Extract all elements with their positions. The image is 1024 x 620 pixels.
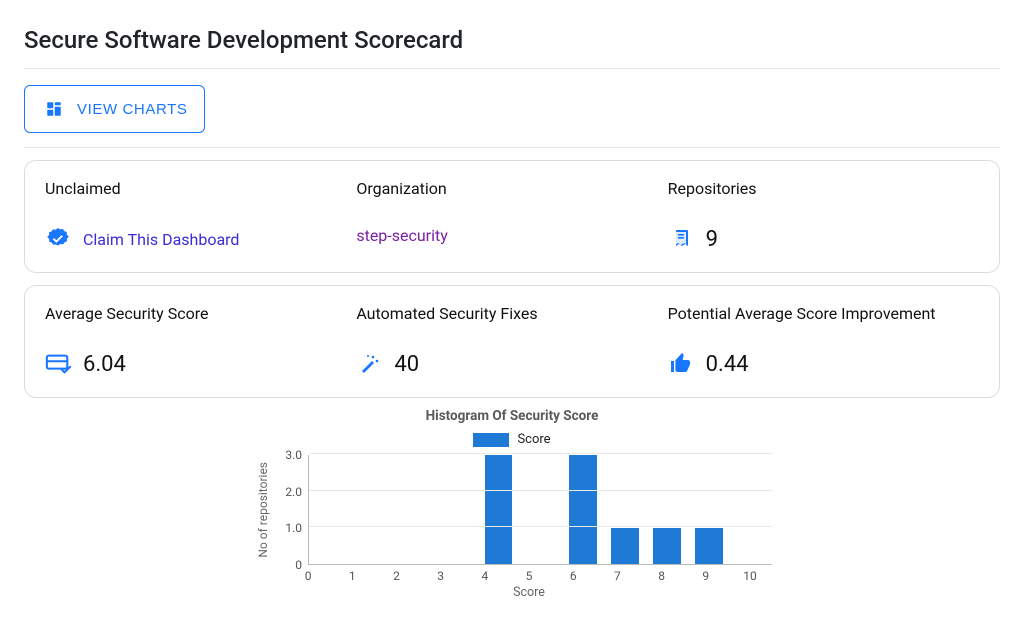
chart-x-tick: 8 — [640, 565, 684, 583]
chart-bar — [653, 528, 681, 564]
chart-bar-slot — [562, 455, 604, 564]
chart-y-tick: 2.0 — [285, 485, 302, 499]
card-label-organization: Organization — [356, 179, 667, 198]
chart-y-axis: 01.02.03.0 — [274, 455, 308, 565]
thumbs-up-icon — [668, 351, 694, 377]
chart-bar-slot — [351, 455, 393, 564]
chart-x-tick: 3 — [419, 565, 463, 583]
chart-bar-slot — [604, 455, 646, 564]
claim-dashboard-link[interactable]: Claim This Dashboard — [83, 230, 239, 249]
spacer — [252, 583, 286, 600]
chart-x-axis-label: Score — [286, 585, 772, 600]
card-organization: Organization step-security — [356, 179, 667, 252]
summary-card-claim-org-repos: Unclaimed Claim This Dashboard Organizat… — [24, 160, 1000, 273]
chart-gridline — [309, 453, 772, 454]
chart-bar-slot — [688, 455, 730, 564]
chart-gridline — [309, 490, 772, 491]
chart-x-tick: 9 — [684, 565, 728, 583]
chart-bar-slot — [477, 455, 519, 564]
card-unclaimed: Unclaimed Claim This Dashboard — [45, 179, 356, 252]
chart-x-tick: 5 — [507, 565, 551, 583]
chart-x-tick: 0 — [286, 565, 330, 583]
dashboard-icon — [41, 96, 67, 122]
card-auto-fixes: Automated Security Fixes 40 — [356, 304, 667, 377]
verified-badge-icon — [45, 226, 71, 252]
avg-score-value: 6.04 — [83, 352, 126, 377]
view-charts-label: VIEW CHARTS — [77, 101, 188, 118]
chart-x-tick: 4 — [463, 565, 507, 583]
chart-bar — [695, 528, 723, 564]
chart-bar-slot — [435, 455, 477, 564]
page-title: Secure Software Development Scorecard — [24, 26, 1000, 54]
card-potential-improvement: Potential Average Score Improvement 0.44 — [668, 304, 979, 377]
chart-x-tick: 10 — [728, 565, 772, 583]
view-charts-button[interactable]: VIEW CHARTS — [24, 85, 205, 133]
chart-bar-slot — [646, 455, 688, 564]
chart-x-tick: 6 — [551, 565, 595, 583]
auto-fixes-value: 40 — [394, 352, 419, 377]
chart-y-tick: 1.0 — [285, 521, 302, 535]
chart-y-tick: 0 — [295, 558, 302, 572]
magic-wand-icon — [356, 351, 382, 377]
card-label-unclaimed: Unclaimed — [45, 179, 356, 198]
chart-bar-slot — [393, 455, 435, 564]
repository-icon — [668, 226, 694, 252]
histogram-chart: Histogram Of Security Score Score No of … — [252, 408, 772, 600]
chart-bar — [569, 455, 597, 564]
legend-swatch — [473, 433, 509, 447]
summary-card-scores: Average Security Score 6.04 Automated Se… — [24, 285, 1000, 398]
chart-bar-slot — [519, 455, 561, 564]
chart-bar — [611, 528, 639, 564]
organization-link[interactable]: step-security — [356, 226, 447, 245]
card-label-repositories: Repositories — [668, 179, 979, 198]
chart-y-axis-label: No of repositories — [252, 462, 274, 558]
card-label-auto-fixes: Automated Security Fixes — [356, 304, 667, 323]
chart-plot-area — [308, 455, 772, 565]
chart-y-tick: 3.0 — [285, 448, 302, 462]
chart-x-axis: 012345678910 — [286, 565, 772, 583]
divider — [24, 147, 1000, 148]
card-label-avg-score: Average Security Score — [45, 304, 356, 323]
chart-bar-slot — [730, 455, 772, 564]
chart-x-tick: 7 — [595, 565, 639, 583]
card-check-icon — [45, 351, 71, 377]
card-repositories: Repositories 9 — [668, 179, 979, 252]
repositories-value: 9 — [706, 227, 718, 252]
chart-x-tick: 1 — [330, 565, 374, 583]
chart-x-tick: 2 — [374, 565, 418, 583]
chart-gridline — [309, 526, 772, 527]
card-label-potential-improvement: Potential Average Score Improvement — [668, 304, 979, 323]
chart-bar — [485, 455, 513, 564]
card-avg-score: Average Security Score 6.04 — [45, 304, 356, 377]
legend-label: Score — [517, 432, 550, 447]
chart-legend: Score — [252, 432, 772, 447]
chart-title: Histogram Of Security Score — [252, 408, 772, 424]
potential-improvement-value: 0.44 — [706, 352, 749, 377]
toolbar: VIEW CHARTS — [24, 69, 1000, 147]
chart-bar-slot — [309, 455, 351, 564]
